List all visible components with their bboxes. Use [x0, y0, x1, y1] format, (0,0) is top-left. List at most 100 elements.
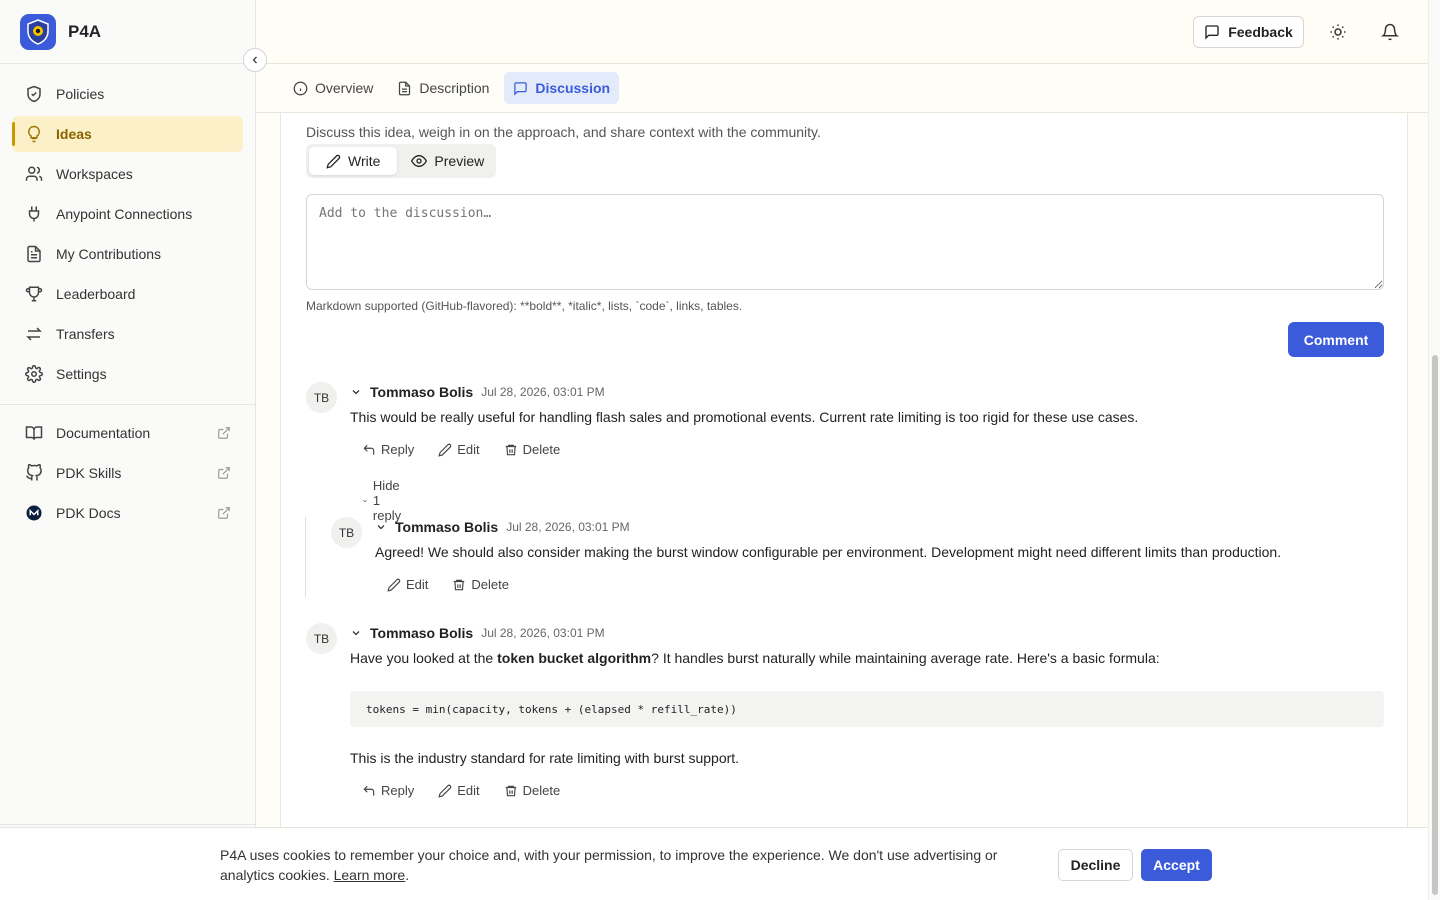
- sidebar-item-my-contributions[interactable]: My Contributions: [12, 236, 243, 272]
- sidebar-item-policies[interactable]: Policies: [12, 76, 243, 112]
- tab-discussion[interactable]: Discussion: [504, 72, 620, 104]
- eye-icon: [411, 153, 428, 169]
- mulesoft-icon: [24, 503, 44, 523]
- comment-body: Have you looked at the token bucket algo…: [350, 650, 1160, 666]
- sidebar-item-label: Settings: [56, 366, 107, 382]
- comment-time: Jul 28, 2026, 03:01 PM: [481, 626, 605, 640]
- sidebar-item-pdk-skills[interactable]: PDK Skills: [12, 455, 243, 491]
- shield-icon: [24, 84, 44, 104]
- accept-button[interactable]: Accept: [1141, 849, 1212, 881]
- plug-icon: [24, 204, 44, 224]
- notifications-button[interactable]: [1374, 16, 1406, 48]
- sidebar-item-documentation[interactable]: Documentation: [12, 415, 243, 451]
- comment-header: Tommaso Bolis Jul 28, 2026, 03:01 PM: [350, 623, 605, 643]
- sidebar-item-label: Documentation: [56, 425, 151, 441]
- sidebar-divider: [0, 404, 255, 405]
- feedback-label: Feedback: [1228, 24, 1293, 40]
- decline-button[interactable]: Decline: [1058, 849, 1133, 881]
- chevron-down-icon: [363, 499, 367, 502]
- comment-input[interactable]: [306, 194, 1384, 290]
- comment-time: Jul 28, 2026, 03:01 PM: [481, 385, 605, 399]
- comment-button[interactable]: Comment: [1288, 322, 1384, 357]
- github-icon: [24, 463, 44, 483]
- main-nav: Policies Ideas Workspaces Anypoint Conne…: [0, 64, 255, 392]
- sidebar-item-leaderboard[interactable]: Leaderboard: [12, 276, 243, 312]
- chevron-down-icon[interactable]: [350, 627, 362, 639]
- sidebar-item-label: PDK Skills: [56, 465, 122, 481]
- trophy-icon: [24, 284, 44, 304]
- comment-body: Agreed! We should also consider making t…: [375, 544, 1282, 560]
- bold-term: token bucket algorithm: [497, 650, 652, 666]
- message-icon: [1204, 24, 1220, 40]
- reply-button[interactable]: Reply: [362, 442, 414, 457]
- edit-button[interactable]: Edit: [438, 783, 480, 798]
- idea-tabs: Overview Description Discussion: [256, 64, 1428, 113]
- scrollbar[interactable]: [1428, 0, 1440, 900]
- comment-time: Jul 28, 2026, 03:01 PM: [506, 520, 630, 534]
- comment-actions: Edit Delete: [387, 577, 509, 592]
- p4a-logo-icon: [20, 13, 56, 50]
- sidebar-item-ideas[interactable]: Ideas: [12, 116, 243, 152]
- scrollbar-thumb[interactable]: [1432, 355, 1438, 895]
- external-link-icon: [217, 426, 231, 440]
- pencil-icon: [438, 784, 452, 798]
- write-tab[interactable]: Write: [309, 147, 398, 175]
- tab-label: Overview: [315, 80, 374, 96]
- cookie-banner: P4A uses cookies to remember your choice…: [0, 827, 1428, 900]
- tab-label: Discussion: [535, 80, 611, 96]
- preview-tab[interactable]: Preview: [401, 147, 494, 175]
- feedback-button[interactable]: Feedback: [1193, 16, 1304, 48]
- external-nav: Documentation PDK Skills PDK Docs: [0, 415, 255, 531]
- learn-more-link[interactable]: Learn more: [334, 867, 406, 883]
- sidebar-item-label: Anypoint Connections: [56, 206, 193, 222]
- reply-icon: [363, 444, 375, 455]
- edit-button[interactable]: Edit: [438, 442, 480, 457]
- pencil-icon: [387, 578, 401, 592]
- sun-icon: [1330, 24, 1346, 40]
- sidebar-item-label: Policies: [56, 86, 105, 102]
- bell-icon: [1381, 23, 1399, 41]
- sidebar-item-settings[interactable]: Settings: [12, 356, 243, 392]
- reply-icon: [363, 785, 375, 796]
- sidebar-item-label: My Contributions: [56, 246, 162, 262]
- trash-icon: [454, 579, 465, 590]
- app-name: P4A: [68, 21, 102, 41]
- trash-icon: [505, 444, 516, 455]
- cookie-text: P4A uses cookies to remember your choice…: [220, 847, 998, 883]
- chevron-left-icon: [252, 56, 257, 64]
- comment-actions: Reply Edit Delete: [362, 442, 560, 457]
- reply-button[interactable]: Reply: [362, 783, 414, 798]
- sidebar-item-label: Leaderboard: [56, 286, 136, 302]
- delete-button[interactable]: Delete: [504, 442, 560, 457]
- sidebar-item-transfers[interactable]: Transfers: [12, 316, 243, 352]
- users-icon: [24, 164, 44, 184]
- discussion-panel: Discuss this idea, weigh in on the appro…: [280, 113, 1408, 827]
- trash-icon: [505, 785, 516, 796]
- pencil-icon: [326, 154, 341, 169]
- book-icon: [24, 423, 44, 443]
- sidebar-item-workspaces[interactable]: Workspaces: [12, 156, 243, 192]
- comment-actions: Reply Edit Delete: [362, 783, 560, 798]
- collapse-sidebar-button[interactable]: [243, 48, 267, 72]
- chevron-down-icon[interactable]: [375, 521, 387, 533]
- sidebar-item-anypoint-connections[interactable]: Anypoint Connections: [12, 196, 243, 232]
- tab-description[interactable]: Description: [388, 72, 498, 104]
- avatar: TB: [306, 623, 337, 654]
- sidebar-item-label: Ideas: [56, 126, 92, 142]
- delete-button[interactable]: Delete: [452, 577, 509, 592]
- brand[interactable]: P4A: [0, 0, 255, 64]
- delete-button[interactable]: Delete: [504, 783, 560, 798]
- pencil-icon: [438, 443, 452, 457]
- write-label: Write: [348, 153, 381, 169]
- sidebar-item-pdk-docs[interactable]: PDK Docs: [12, 495, 243, 531]
- edit-button[interactable]: Edit: [387, 577, 428, 592]
- lightbulb-icon: [24, 124, 44, 144]
- sidebar-item-label: PDK Docs: [56, 505, 121, 521]
- chevron-down-icon[interactable]: [350, 386, 362, 398]
- discussion-intro: Discuss this idea, weigh in on the appro…: [306, 124, 821, 140]
- code-block: tokens = min(capacity, tokens + (elapsed…: [350, 691, 1384, 727]
- tab-overview[interactable]: Overview: [284, 72, 382, 104]
- comment-author: Tommaso Bolis: [395, 519, 499, 535]
- theme-toggle-button[interactable]: [1322, 16, 1354, 48]
- external-link-icon: [217, 506, 231, 520]
